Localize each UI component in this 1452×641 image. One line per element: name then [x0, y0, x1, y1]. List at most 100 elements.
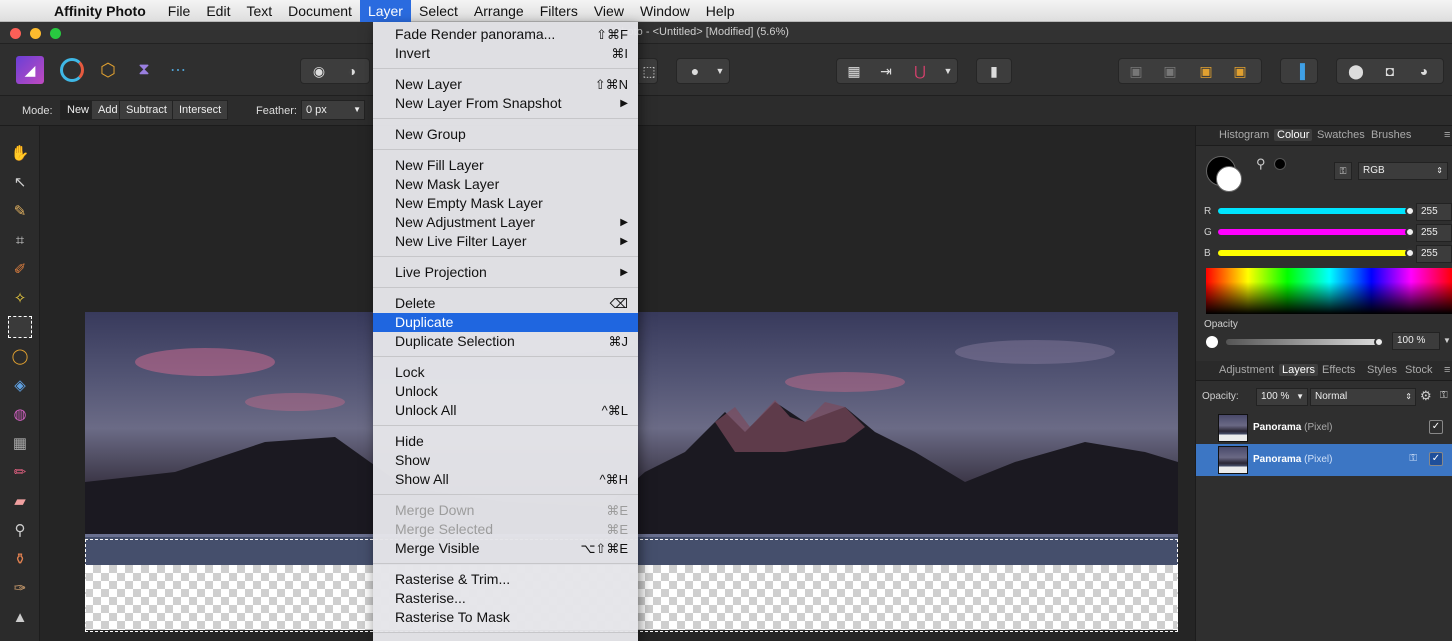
colour-model-select[interactable]: RGB ⇕: [1358, 162, 1448, 180]
panel-menu-icon[interactable]: ≡: [1441, 129, 1452, 141]
move-back-one-icon[interactable]: ▣: [1155, 59, 1185, 83]
menu-arrange[interactable]: Arrange: [466, 0, 532, 22]
select-all-icon[interactable]: ⬚: [634, 59, 664, 83]
menu-item-rasterise[interactable]: Rasterise...: [373, 589, 638, 608]
menu-select[interactable]: Select: [411, 0, 466, 22]
layer-visibility-checkbox[interactable]: ✓: [1429, 420, 1443, 434]
menu-layer[interactable]: Layer: [359, 0, 411, 22]
channel-r-value[interactable]: 255: [1416, 203, 1452, 221]
photo-persona-icon[interactable]: ◢: [16, 56, 44, 84]
grid-icon[interactable]: ▦: [839, 59, 869, 83]
menu-item-new-mask-layer[interactable]: New Mask Layer: [373, 175, 638, 194]
panel-menu-icon[interactable]: ≡: [1441, 364, 1452, 376]
tab-styles[interactable]: Styles: [1364, 364, 1400, 376]
freehand-selection-tool-icon[interactable]: ◯: [8, 345, 32, 367]
menu-view[interactable]: View: [586, 0, 632, 22]
levels-icon[interactable]: ◑: [337, 59, 367, 83]
menu-item-new-empty-mask-layer[interactable]: New Empty Mask Layer: [373, 194, 638, 213]
channel-r-knob[interactable]: [1405, 206, 1415, 216]
menu-item-duplicate[interactable]: Duplicate: [373, 313, 638, 332]
tab-layers[interactable]: Layers: [1279, 364, 1319, 376]
menu-item-rasterise-to-mask[interactable]: Rasterise To Mask: [373, 608, 638, 627]
flood-fill-tool-icon[interactable]: ◈: [8, 374, 32, 396]
tab-colour[interactable]: Colour: [1274, 129, 1313, 141]
secondary-colour-swatch[interactable]: [1216, 166, 1242, 192]
menu-item-live-projection[interactable]: Live Projection ▶: [373, 263, 638, 282]
tab-adjustment[interactable]: Adjustment: [1216, 364, 1277, 376]
opacity-knob[interactable]: [1374, 337, 1384, 347]
chevron-down-icon[interactable]: ▼: [1443, 336, 1451, 345]
menu-item-lock[interactable]: Lock: [373, 363, 638, 382]
menu-filters[interactable]: Filters: [532, 0, 586, 22]
channel-g-value[interactable]: 255: [1416, 224, 1452, 242]
chevron-down-icon[interactable]: ▼: [705, 59, 735, 83]
app-name-menu[interactable]: Affinity Photo: [40, 3, 160, 19]
align-icon[interactable]: ⇥: [871, 59, 901, 83]
tab-stock[interactable]: Stock: [1402, 364, 1436, 376]
colour-picker-tool-icon[interactable]: ✎: [8, 200, 32, 222]
crop-tool-icon[interactable]: ⌗: [8, 229, 32, 251]
tab-swatches[interactable]: Swatches: [1314, 129, 1368, 141]
menu-edit[interactable]: Edit: [198, 0, 238, 22]
view-tool-hand-icon[interactable]: ✋: [8, 142, 32, 164]
flood-select-tool-icon[interactable]: ✧: [8, 287, 32, 309]
chevron-down-icon[interactable]: ▼: [933, 59, 963, 83]
lock-icon[interactable]: ⚿: [1334, 162, 1352, 180]
mode-subtract-button[interactable]: Subtract: [119, 100, 174, 120]
channel-r-slider[interactable]: [1218, 208, 1410, 214]
liquify-persona-icon[interactable]: [60, 58, 84, 82]
selection-brush-tool-icon[interactable]: ✐: [8, 258, 32, 280]
feather-input[interactable]: 0 px ▼: [301, 100, 365, 120]
menu-item-merge-visible[interactable]: Merge Visible ⌥⇧⌘E: [373, 539, 638, 558]
menu-item-delete[interactable]: Delete ⌫: [373, 294, 638, 313]
develop-persona-icon[interactable]: ⬡: [96, 58, 120, 82]
gear-icon[interactable]: ⚙: [1420, 388, 1432, 404]
menu-text[interactable]: Text: [238, 0, 280, 22]
channel-g-knob[interactable]: [1405, 227, 1415, 237]
minimize-window-button[interactable]: [30, 28, 41, 39]
tone-mapping-persona-icon[interactable]: ⧗: [132, 58, 156, 82]
channel-b-value[interactable]: 255: [1416, 245, 1452, 263]
lock-icon[interactable]: ⚿: [1409, 453, 1417, 464]
menu-item-new-layer-from-snapshot[interactable]: New Layer From Snapshot ▶: [373, 94, 638, 113]
opacity-value[interactable]: 100 %: [1392, 332, 1440, 350]
menu-item-new-live-filter-layer[interactable]: New Live Filter Layer ▶: [373, 232, 638, 251]
menu-item-duplicate-selection[interactable]: Duplicate Selection ⌘J: [373, 332, 638, 351]
menu-window[interactable]: Window: [632, 0, 698, 22]
subtract-shape-icon[interactable]: ◘: [1375, 59, 1405, 83]
menu-item-new-group[interactable]: New Group: [373, 125, 638, 144]
menu-item-unlock-all[interactable]: Unlock All ^⌘L: [373, 401, 638, 420]
channel-g-slider[interactable]: [1218, 229, 1410, 235]
colour-spectrum[interactable]: [1206, 268, 1452, 314]
add-shape-icon[interactable]: ⬤: [1341, 59, 1371, 83]
dodge-brush-tool-icon[interactable]: ⚲: [8, 519, 32, 541]
mode-intersect-button[interactable]: Intersect: [172, 100, 229, 120]
intersect-shape-icon[interactable]: ◕: [1409, 59, 1439, 83]
rectangular-marquee-tool-icon[interactable]: [8, 316, 32, 338]
lock-icon[interactable]: ⚿: [1440, 390, 1448, 401]
erase-brush-tool-icon[interactable]: ▰: [8, 490, 32, 512]
menu-help[interactable]: Help: [698, 0, 743, 22]
layer-opacity-field[interactable]: 100 % ▼: [1256, 388, 1308, 406]
layer-row-selected[interactable]: Panorama (Pixel) ⚿ ✓: [1196, 444, 1452, 476]
menu-item-new-layer[interactable]: New Layer ⇧⌘N: [373, 75, 638, 94]
move-tool-icon[interactable]: ↖: [8, 171, 32, 193]
alignment-icon[interactable]: ▐: [1285, 59, 1315, 83]
tab-effects[interactable]: Effects: [1319, 364, 1358, 376]
picked-colour-swatch[interactable]: [1274, 158, 1286, 170]
channel-b-slider[interactable]: [1218, 250, 1410, 256]
move-to-back-icon[interactable]: ▣: [1121, 59, 1151, 83]
healing-brush-tool-icon[interactable]: ✑: [8, 577, 32, 599]
menu-document[interactable]: Document: [280, 0, 360, 22]
menu-file[interactable]: File: [160, 0, 199, 22]
menu-item-new-adjustment-layer[interactable]: New Adjustment Layer ▶: [373, 213, 638, 232]
menu-item-unlock[interactable]: Unlock: [373, 382, 638, 401]
menu-item-rasterise-trim[interactable]: Rasterise & Trim...: [373, 570, 638, 589]
assistant-icon[interactable]: ▮: [979, 59, 1009, 83]
menu-item-hide[interactable]: Hide: [373, 432, 638, 451]
sharpen-brush-tool-icon[interactable]: ▲: [8, 606, 32, 628]
blend-mode-select[interactable]: Normal ⇕: [1310, 388, 1416, 406]
zoom-window-button[interactable]: [50, 28, 61, 39]
menu-item-invert[interactable]: Invert ⌘I: [373, 44, 638, 63]
move-to-front-icon[interactable]: ▣: [1225, 59, 1255, 83]
